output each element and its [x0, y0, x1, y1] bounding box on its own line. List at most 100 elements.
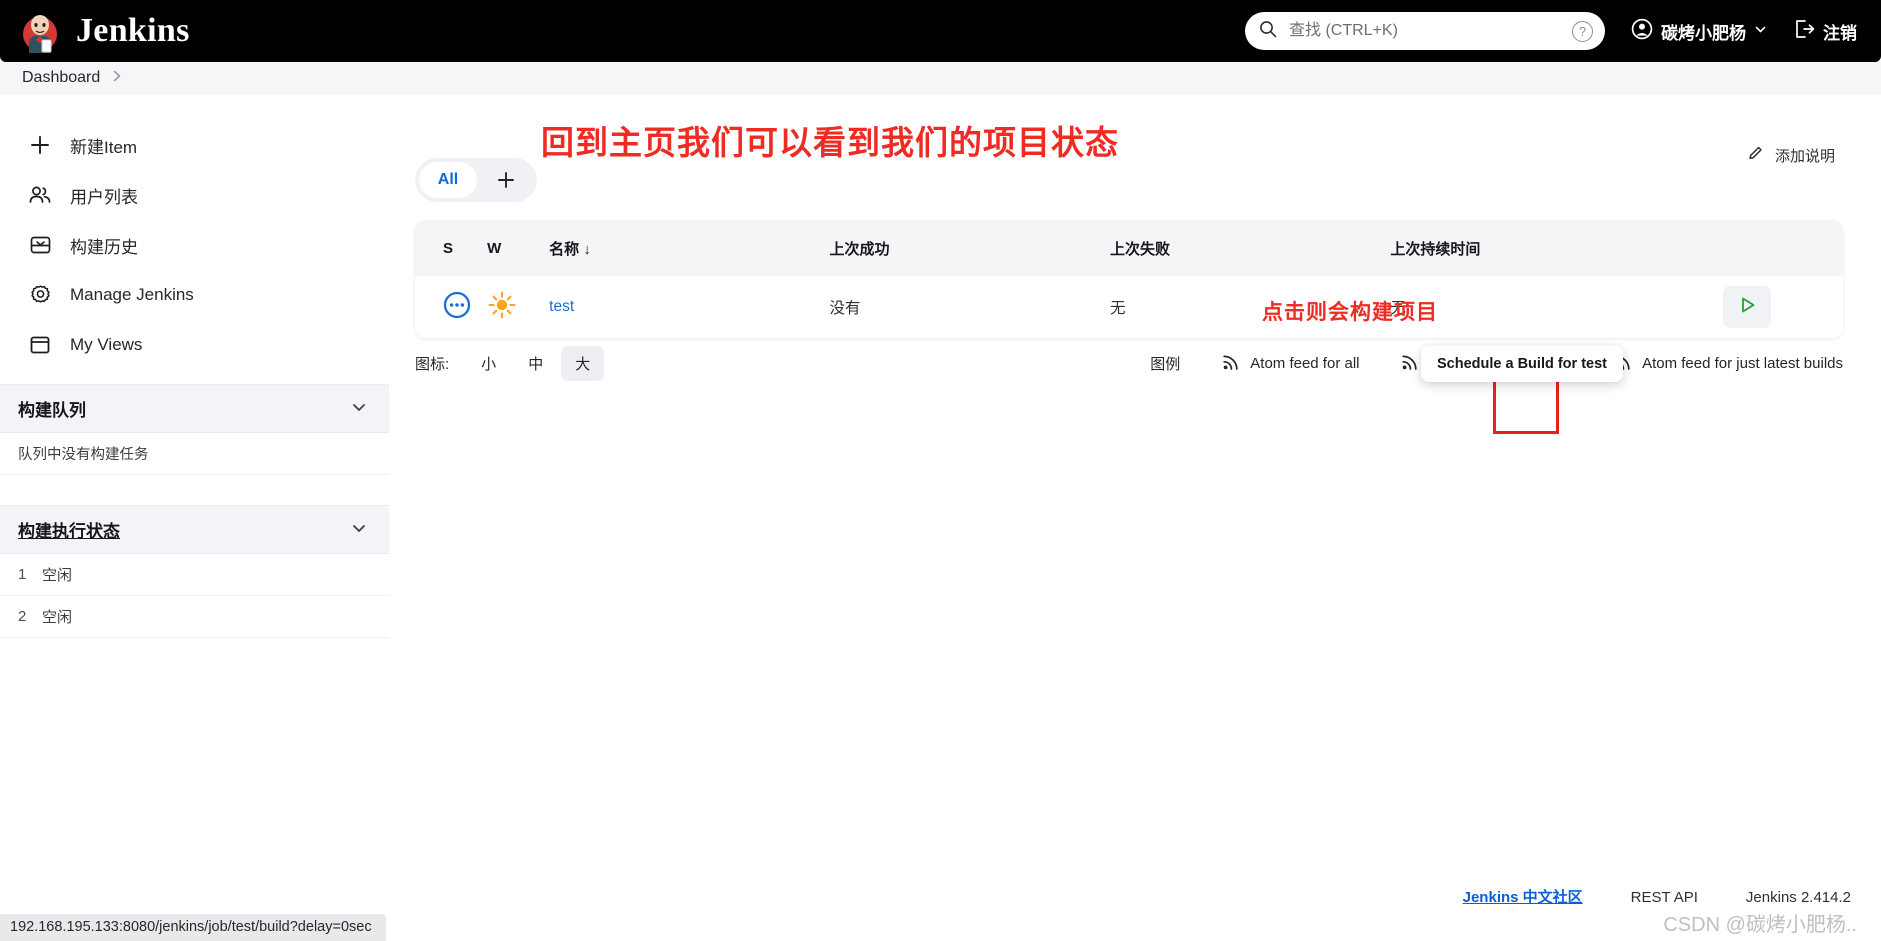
- chevron-right-icon: [112, 69, 122, 87]
- executor-row: 2 空闲: [0, 596, 389, 638]
- user-circle-icon: [1631, 18, 1653, 45]
- icon-size-label: 图标:: [415, 356, 450, 373]
- rest-api-link[interactable]: REST API: [1631, 889, 1698, 906]
- icon-size-large[interactable]: 大: [561, 346, 605, 381]
- cell-job-name: test: [541, 276, 822, 338]
- chevron-down-icon[interactable]: [351, 399, 367, 419]
- main-content: 添加说明 All S W 名称 ↓ 上次成功 上次失败 上次持续时间 test …: [389, 94, 1881, 941]
- breadcrumb: Dashboard: [0, 62, 1881, 94]
- schedule-build-tooltip: Schedule a Build for test: [1421, 346, 1623, 382]
- add-view-button[interactable]: [479, 162, 533, 198]
- schedule-build-button[interactable]: [1722, 286, 1771, 328]
- atom-feed-latest-builds-label: Atom feed for just latest builds: [1642, 355, 1843, 372]
- chevron-down-icon: [1754, 21, 1767, 41]
- rss-icon: [1222, 353, 1240, 375]
- atom-feed-latest-builds-link[interactable]: Atom feed for just latest builds: [1614, 353, 1843, 375]
- search-input[interactable]: [1287, 21, 1562, 41]
- sidebar-item-build-history[interactable]: 构建历史: [28, 220, 389, 270]
- sidebar-nav: 新建Item 用户列表 构建历史 Manage Jenkins My Views: [0, 94, 389, 384]
- build-queue-panel: 构建队列 队列中没有构建任务: [0, 384, 389, 505]
- icon-size-small[interactable]: 小: [467, 346, 510, 381]
- window-icon: [28, 333, 52, 357]
- executor-status-title: 构建执行状态: [18, 522, 120, 541]
- sidebar-item-label: 构建历史: [70, 237, 138, 257]
- tab-all[interactable]: All: [419, 162, 477, 198]
- sidebar: 新建Item 用户列表 构建历史 Manage Jenkins My Views…: [0, 94, 389, 941]
- cell-weather: [479, 276, 542, 338]
- topbar-right-group: ? 碳烤小肥杨: [1245, 12, 1857, 50]
- annotation-text-homepage: 回到主页我们可以看到我们的项目状态: [541, 124, 1119, 161]
- annotation-text-build: 点击则会构建项目: [1262, 301, 1438, 324]
- pencil-icon: [1747, 144, 1765, 166]
- legend-link[interactable]: 图例: [1150, 353, 1180, 374]
- people-icon: [28, 183, 52, 207]
- column-header-name-label: 名称: [549, 240, 580, 258]
- search-icon: [1259, 20, 1277, 43]
- sidebar-item-manage-jenkins[interactable]: Manage Jenkins: [28, 270, 389, 320]
- logout-label: 注销: [1823, 23, 1857, 43]
- logout-icon: [1793, 19, 1815, 44]
- icon-size-medium[interactable]: 中: [514, 346, 557, 381]
- edit-description-label: 添加说明: [1774, 147, 1835, 165]
- jobs-table-head: S W 名称 ↓ 上次成功 上次失败 上次持续时间: [415, 220, 1843, 276]
- column-header-name[interactable]: 名称 ↓: [541, 220, 822, 276]
- top-navigation-bar: Jenkins ? 碳烤小肥杨: [0, 0, 1881, 62]
- column-header-status[interactable]: S: [415, 220, 480, 276]
- column-header-last-duration[interactable]: 上次持续时间: [1382, 220, 1673, 276]
- cell-actions: [1672, 276, 1843, 338]
- build-queue-empty-text: 队列中没有构建任务: [0, 433, 389, 475]
- view-tab-bar: All: [415, 158, 537, 202]
- executor-status-label: 空闲: [42, 609, 73, 626]
- csdn-watermark: CSDN @碳烤小肥杨..: [1663, 914, 1857, 936]
- search-box[interactable]: ?: [1245, 12, 1605, 50]
- brand-title: Jenkins: [76, 12, 190, 49]
- chevron-down-icon[interactable]: [351, 520, 367, 540]
- user-menu-button[interactable]: 碳烤小肥杨: [1631, 18, 1767, 45]
- column-header-last-success[interactable]: 上次成功: [821, 220, 1102, 276]
- sidebar-item-label: 新建Item: [70, 137, 138, 157]
- executor-status-label: 空闲: [42, 567, 73, 584]
- jenkins-version-label[interactable]: Jenkins 2.414.2: [1746, 889, 1851, 906]
- sidebar-item-label: My Views: [70, 335, 143, 354]
- user-name-label: 碳烤小肥杨: [1661, 23, 1746, 43]
- column-header-weather[interactable]: W: [479, 220, 542, 276]
- sunny-weather-icon[interactable]: [487, 291, 517, 324]
- executor-status-header[interactable]: 构建执行状态: [0, 506, 389, 554]
- jenkins-butler-logo-icon: [18, 9, 62, 53]
- cell-last-success: 没有: [821, 276, 1102, 338]
- executor-number: 1: [18, 566, 27, 583]
- jenkins-community-link[interactable]: Jenkins 中文社区: [1463, 886, 1583, 907]
- inbox-icon: [28, 233, 52, 257]
- executor-row: 1 空闲: [0, 554, 389, 596]
- sidebar-item-my-views[interactable]: My Views: [28, 320, 389, 370]
- jobs-table-card: S W 名称 ↓ 上次成功 上次失败 上次持续时间 test 没有 无 无 Sc…: [415, 220, 1843, 434]
- jobs-table: S W 名称 ↓ 上次成功 上次失败 上次持续时间 test 没有 无 无: [415, 220, 1843, 338]
- executor-status-panel: 构建执行状态 1 空闲 2 空闲: [0, 505, 389, 638]
- job-link-test[interactable]: test: [549, 298, 574, 315]
- table-footer-controls: 图标: 小 中 大 图例 Atom feed for all Atom feed…: [415, 346, 1843, 381]
- executor-number: 2: [18, 608, 27, 625]
- help-icon[interactable]: ?: [1572, 20, 1593, 42]
- sidebar-item-new-item[interactable]: 新建Item: [28, 120, 389, 170]
- edit-description-button[interactable]: 添加说明: [1747, 144, 1835, 166]
- gear-icon: [28, 283, 52, 307]
- jenkins-brand-link[interactable]: Jenkins: [18, 9, 190, 53]
- sort-descending-icon: ↓: [583, 240, 591, 258]
- table-row: test 没有 无 无: [415, 276, 1843, 338]
- atom-feed-all-label: Atom feed for all: [1250, 355, 1360, 372]
- browser-status-bar-url: 192.168.195.133:8080/jenkins/job/test/bu…: [0, 914, 386, 941]
- logout-button[interactable]: 注销: [1793, 19, 1857, 44]
- rss-icon: [1401, 353, 1419, 375]
- column-header-actions: [1672, 220, 1843, 276]
- jobs-table-body: test 没有 无 无: [415, 276, 1843, 338]
- blue-pending-circle-icon[interactable]: [443, 291, 471, 323]
- build-queue-title: 构建队列: [18, 401, 86, 420]
- sidebar-item-label: 用户列表: [70, 187, 138, 207]
- play-triangle-icon: [1736, 294, 1758, 321]
- build-queue-header[interactable]: 构建队列: [0, 385, 389, 433]
- panel-spacer: [0, 475, 389, 505]
- breadcrumb-item-dashboard[interactable]: Dashboard: [22, 69, 100, 87]
- atom-feed-all-link[interactable]: Atom feed for all: [1222, 353, 1359, 375]
- sidebar-item-users[interactable]: 用户列表: [28, 170, 389, 220]
- column-header-last-failure[interactable]: 上次失败: [1101, 220, 1383, 276]
